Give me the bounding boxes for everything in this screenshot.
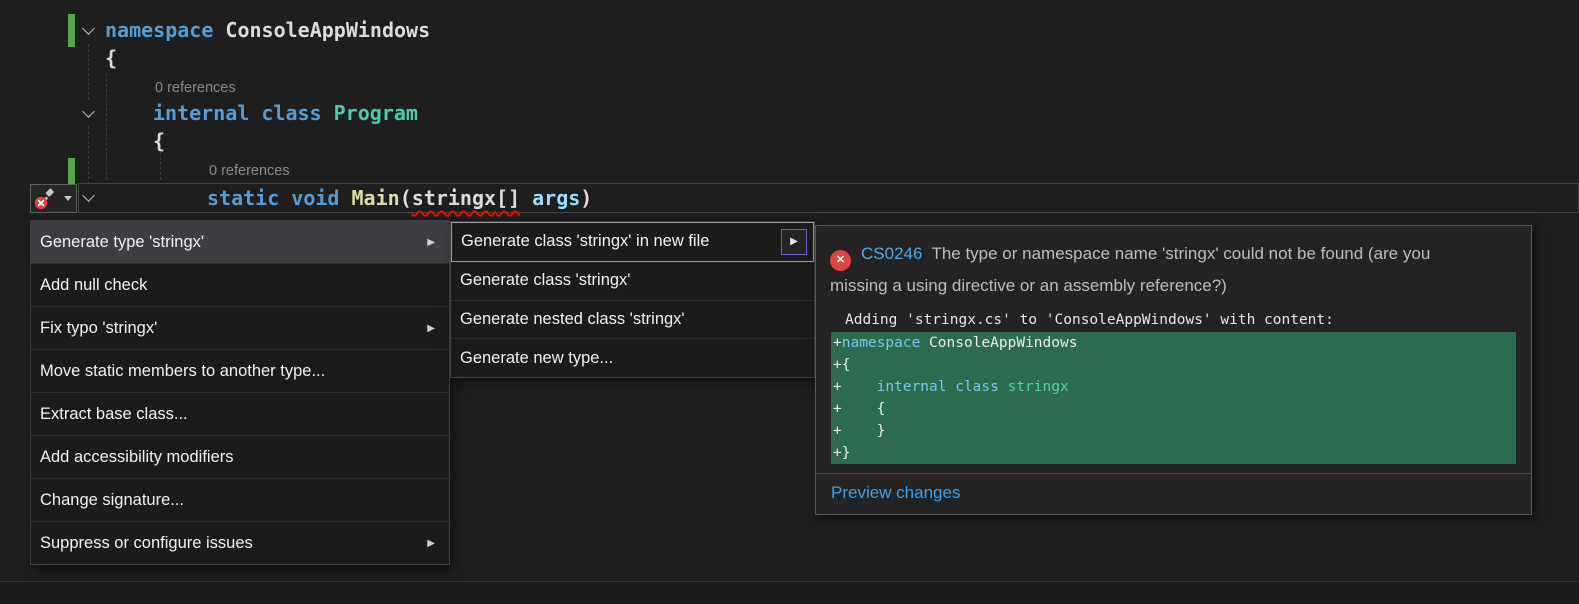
submenu-arrow-icon: ▶ (427, 538, 435, 549)
diff-keyword: namespace (842, 335, 921, 351)
fold-chevron-icon[interactable] (82, 22, 95, 35)
class-name: Program (334, 101, 418, 125)
unresolved-type-name: stringx (412, 186, 496, 210)
menu-item-add-accessibility-modifiers[interactable]: Add accessibility modifiers (31, 436, 449, 479)
menu-item-label: Move static members to another type... (40, 362, 325, 381)
preview-content-header: Adding 'stringx.cs' to 'ConsoleAppWindow… (831, 309, 1516, 331)
menu-item-label: Generate new type... (460, 349, 613, 368)
menu-item-label: Add null check (40, 276, 147, 295)
code-line-open-brace[interactable]: { (153, 127, 165, 155)
diff-text: ConsoleAppWindows (920, 335, 1077, 351)
menu-item-label: Generate type 'stringx' (40, 233, 204, 252)
error-squiggle-span: stringx[] (412, 186, 520, 210)
keyword-namespace: namespace (105, 18, 213, 42)
submenu-arrow-icon: ▶ (427, 237, 435, 248)
code-line-main-declaration[interactable]: static void Main(stringx[] args) (207, 184, 592, 213)
submenu-arrow-icon: ▶ (427, 323, 435, 334)
menu-item-fix-typo[interactable]: Fix typo 'stringx' ▶ (31, 307, 449, 350)
diff-text: } (842, 423, 886, 439)
preview-changes-link[interactable]: Preview changes (831, 483, 960, 502)
preview-link-row: Preview changes (816, 473, 1531, 514)
keyword-internal: internal (153, 101, 261, 125)
menu-item-label: Fix typo 'stringx' (40, 319, 157, 338)
menu-item-label: Generate class 'stringx' (460, 271, 630, 290)
menu-item-label: Generate nested class 'stringx' (460, 310, 685, 329)
dropdown-arrow-icon (64, 196, 72, 201)
menu-item-add-null-check[interactable]: Add null check (31, 264, 449, 307)
array-brackets: [] (496, 186, 520, 210)
diff-keyword: internal class (877, 379, 1008, 395)
namespace-name: ConsoleAppWindows (213, 18, 430, 42)
diff-marker: + (833, 357, 842, 373)
code-line-namespace[interactable]: namespace ConsoleAppWindows (105, 16, 430, 44)
generate-type-submenu: Generate class 'stringx' in new file ▶ G… (450, 221, 815, 378)
menu-item-label: Change signature... (40, 491, 184, 510)
keyword-void: void (291, 186, 351, 210)
vs-code-editor-screen: namespace ConsoleAppWindows { 0 referenc… (0, 0, 1579, 604)
bottom-strip (0, 581, 1579, 604)
diff-line: +} (831, 442, 1516, 464)
parameter-name: args (532, 186, 580, 210)
brace: { (105, 46, 117, 70)
menu-item-label: Suppress or configure issues (40, 534, 253, 553)
codelens-references-link[interactable]: 0 references (209, 161, 290, 181)
indent-guide (160, 152, 161, 180)
diff-marker: + (833, 423, 842, 439)
change-bar (68, 14, 75, 47)
quick-actions-menu: Generate type 'stringx' ▶ Add null check… (30, 220, 450, 565)
menu-item-label: Add accessibility modifiers (40, 448, 234, 467)
codelens-references-link[interactable]: 0 references (155, 78, 236, 98)
diff-type: stringx (1008, 379, 1069, 395)
indent-guide (88, 126, 89, 184)
brace: { (153, 129, 165, 153)
menu-item-move-static-members[interactable]: Move static members to another type... (31, 350, 449, 393)
fold-chevron-icon[interactable] (82, 105, 95, 118)
diff-marker: + (833, 401, 842, 417)
diff-line: +namespace ConsoleAppWindows (831, 332, 1516, 354)
preview-flyout-button[interactable]: ▶ (781, 229, 807, 255)
menu-item-label: Extract base class... (40, 405, 188, 424)
diagnostic-message: ✕CS0246The type or namespace name 'strin… (816, 226, 1531, 305)
paren: ) (580, 186, 592, 210)
submenu-item-generate-class-new-file[interactable]: Generate class 'stringx' in new file ▶ (451, 222, 814, 262)
diff-line: + { (831, 398, 1516, 420)
paren: ( (400, 186, 412, 210)
error-code: CS0246 (861, 244, 922, 263)
indent-guide (88, 44, 89, 100)
submenu-item-generate-new-type[interactable]: Generate new type... (451, 339, 814, 377)
screwdriver-error-icon (34, 188, 56, 210)
keyword-class: class (261, 101, 333, 125)
diff-text: { (842, 357, 851, 373)
method-name: Main (352, 186, 400, 210)
diff-marker: + (833, 335, 842, 351)
quick-actions-button[interactable] (30, 184, 77, 213)
diff-marker: + (833, 379, 842, 395)
diff-line: + internal class stringx (831, 376, 1516, 398)
menu-item-change-signature[interactable]: Change signature... (31, 479, 449, 522)
error-icon: ✕ (830, 250, 851, 271)
diff-added-block: +namespace ConsoleAppWindows +{ + intern… (831, 332, 1516, 464)
diff-marker: + (833, 445, 842, 461)
menu-item-generate-type[interactable]: Generate type 'stringx' ▶ (31, 221, 449, 264)
submenu-item-generate-class[interactable]: Generate class 'stringx' (451, 262, 814, 301)
preview-content: Adding 'stringx.cs' to 'ConsoleAppWindow… (831, 309, 1516, 464)
keyword-static: static (207, 186, 291, 210)
code-line-class-declaration[interactable]: internal class Program (153, 99, 418, 127)
diff-text: { (842, 401, 886, 417)
change-bar (68, 158, 75, 185)
menu-item-extract-base-class[interactable]: Extract base class... (31, 393, 449, 436)
preview-panel: ✕CS0246The type or namespace name 'strin… (815, 225, 1532, 515)
diff-text (842, 379, 877, 395)
submenu-item-generate-nested-class[interactable]: Generate nested class 'stringx' (451, 301, 814, 340)
diff-line: +{ (831, 354, 1516, 376)
diff-text: } (842, 445, 851, 461)
menu-item-suppress-configure-issues[interactable]: Suppress or configure issues ▶ (31, 522, 449, 564)
code-line-open-brace[interactable]: { (105, 44, 117, 72)
menu-item-label: Generate class 'stringx' in new file (461, 232, 709, 251)
indent-guide (106, 74, 107, 180)
diff-line: + } (831, 420, 1516, 442)
